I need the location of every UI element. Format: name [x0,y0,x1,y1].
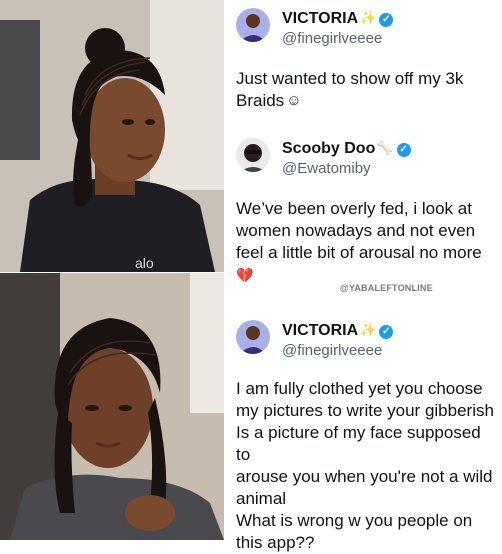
user-handle[interactable]: @finegirlveeee [282,30,382,47]
avatar[interactable] [236,8,270,42]
tweet-line: feel a little bit of arousal no more [236,243,482,262]
tweet-text: Just wanted to show off my 3k Braids ☺ [236,68,498,112]
sparkles-icon: ✨ [360,10,377,25]
verified-badge-icon: ✓ [379,325,394,339]
display-name-text: VICTORIA [282,322,359,339]
tweet-header: Scooby Doo 🦴 ✓ @Ewatomiby [236,136,498,180]
tweet-header: VICTORIA ✨ ✓ @finegirlveeee [236,318,498,362]
tweet-line: animal [236,489,287,508]
tweet-victoria-1[interactable]: VICTORIA ✨ ✓ @finegirlveeee Just wanted to… [236,6,498,112]
tweet-line: women nowadays and not even [236,221,476,240]
selfie-photo-top[interactable]: alo [0,0,224,272]
broken-heart-icon: 💔 [236,267,254,283]
tweet-line: this app?? [236,533,315,552]
display-name[interactable]: Scooby Doo 🦴 ✓ [282,140,411,158]
tweet-line: my pictures to write your gibberish [236,401,494,420]
sparkles-icon: ✨ [360,322,377,337]
apparel-logo-text: alo [135,255,154,271]
display-name-text: Scooby Doo [282,140,376,157]
selfie-illustration-bottom [0,273,224,540]
verified-badge-icon: ✓ [379,13,394,27]
selfie-illustration-top: alo [0,0,224,272]
display-name[interactable]: VICTORIA ✨ ✓ [282,10,394,28]
bone-icon: 🦴 [377,140,394,155]
selfie-photo-bottom[interactable] [0,273,224,540]
user-handle[interactable]: @finegirlveeee [282,342,382,359]
tweet-scooby-doo[interactable]: Scooby Doo 🦴 ✓ @Ewatomiby We’ve been overl… [236,136,498,286]
tweet-panel: VICTORIA ✨ ✓ @finegirlveeee Just wanted to… [226,0,502,552]
user-handle[interactable]: @Ewatomiby [282,160,371,177]
tweet-text: We’ve been overly fed, i look at women n… [236,198,498,286]
tweet-text-content: Just wanted to show off my 3k Braids [236,69,464,110]
watermark: @YABALEFTONLINE [340,283,433,293]
tweet-header: VICTORIA ✨ ✓ @finegirlveeee [236,6,498,50]
display-name-text: VICTORIA [282,10,359,27]
tweet-victoria-2[interactable]: VICTORIA ✨ ✓ @finegirlveeee I am fully clo… [236,318,498,554]
avatar[interactable] [236,138,270,172]
tweet-line: We’ve been overly fed, i look at [236,199,472,218]
tweet-line: I am fully clothed yet you choose [236,379,483,398]
tweet-text: I am fully clothed yet you choose my pic… [236,378,498,554]
avatar[interactable] [236,320,270,354]
tweet-line: arouse you when you're not a wild [236,467,493,486]
photo-column: alo [0,0,224,540]
tweet-line: What is wrong w you people on [236,511,473,530]
tweet-line: Is a picture of my face supposed to [236,423,481,464]
verified-badge-icon: ✓ [396,143,411,157]
blushing-face-icon: ☺ [286,92,302,109]
display-name[interactable]: VICTORIA ✨ ✓ [282,322,394,340]
